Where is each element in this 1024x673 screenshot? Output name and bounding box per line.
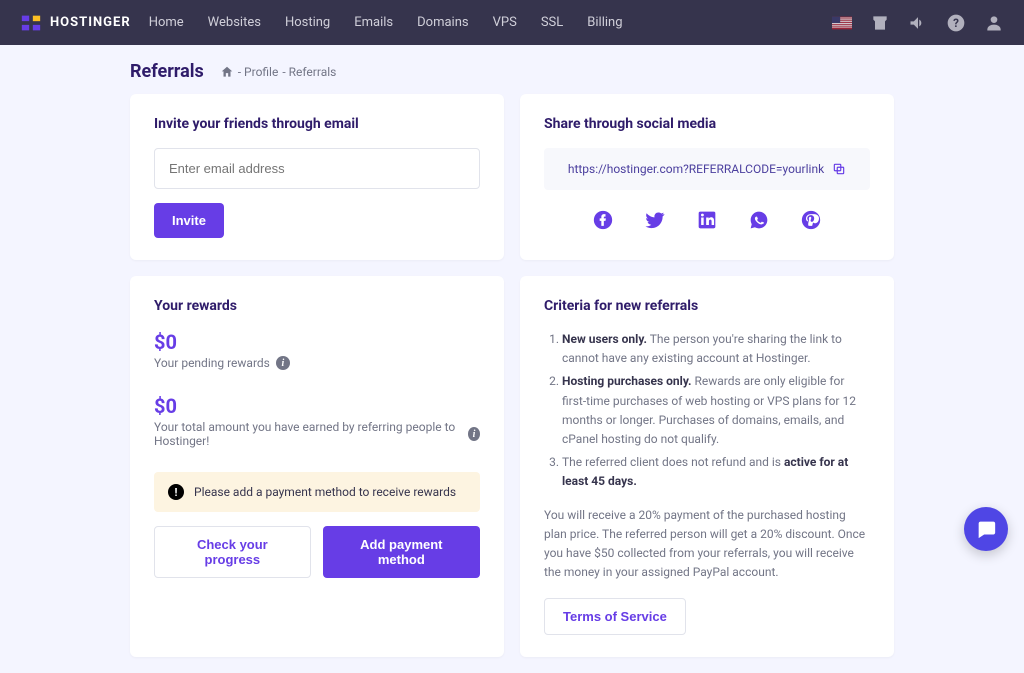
- pending-label-row: Your pending rewards i: [154, 356, 480, 370]
- nav-ssl[interactable]: SSL: [541, 15, 563, 30]
- criteria-card: Criteria for new referrals New users onl…: [520, 276, 894, 657]
- email-input[interactable]: [154, 148, 480, 189]
- logo[interactable]: HOSTINGER: [20, 12, 131, 34]
- copy-icon[interactable]: [832, 162, 846, 176]
- nav-vps[interactable]: VPS: [493, 15, 517, 30]
- social-row: [544, 210, 870, 230]
- criteria-list: New users only. The person you're sharin…: [544, 330, 870, 492]
- store-icon[interactable]: [870, 13, 890, 33]
- breadcrumb: - Profile - Referrals: [220, 65, 337, 79]
- check-progress-button[interactable]: Check your progress: [154, 526, 311, 578]
- nav-billing[interactable]: Billing: [587, 15, 622, 30]
- chat-icon: [975, 518, 997, 540]
- main-nav: Home Websites Hosting Emails Domains VPS…: [149, 15, 623, 30]
- criteria-paragraph: You will receive a 20% payment of the pu…: [544, 506, 870, 583]
- payment-alert: ! Please add a payment method to receive…: [154, 472, 480, 512]
- share-card: Share through social media https://hosti…: [520, 94, 894, 260]
- referral-link: https://hostinger.com?REFERRALCODE=yourl…: [568, 162, 824, 176]
- share-title: Share through social media: [544, 116, 870, 132]
- rewards-card: Your rewards $0 Your pending rewards i $…: [130, 276, 504, 657]
- flag-icon[interactable]: [832, 13, 852, 33]
- linkedin-icon[interactable]: [697, 210, 717, 230]
- invite-card: Invite your friends through email Invite: [130, 94, 504, 260]
- pinterest-icon[interactable]: [801, 210, 821, 230]
- chat-button[interactable]: [964, 507, 1008, 551]
- home-icon[interactable]: [220, 65, 234, 79]
- criteria-item: The referred client does not refund and …: [562, 453, 870, 491]
- alert-icon: !: [168, 484, 184, 500]
- pending-amount: $0: [154, 330, 480, 354]
- rewards-buttons: Check your progress Add payment method: [154, 526, 480, 578]
- breadcrumb-profile[interactable]: - Profile: [238, 65, 279, 79]
- breadcrumb-referrals: - Referrals: [282, 65, 336, 79]
- page-title: Referrals: [130, 61, 204, 82]
- logo-icon: [20, 12, 42, 34]
- svg-text:?: ?: [953, 16, 959, 30]
- add-payment-button[interactable]: Add payment method: [323, 526, 480, 578]
- nav-home[interactable]: Home: [149, 15, 184, 30]
- tos-button[interactable]: Terms of Service: [544, 598, 686, 635]
- criteria-title: Criteria for new referrals: [544, 298, 870, 314]
- rewards-title: Your rewards: [154, 298, 480, 314]
- page: Referrals - Profile - Referrals Invite y…: [0, 45, 1024, 673]
- brand-text: HOSTINGER: [50, 15, 131, 30]
- nav-emails[interactable]: Emails: [354, 15, 393, 30]
- nav-websites[interactable]: Websites: [208, 15, 261, 30]
- help-icon[interactable]: ?: [946, 13, 966, 33]
- twitter-icon[interactable]: [645, 210, 665, 230]
- nav-domains[interactable]: Domains: [417, 15, 468, 30]
- info-icon[interactable]: i: [276, 356, 290, 370]
- total-rewards: $0 Your total amount you have earned by …: [154, 394, 480, 448]
- facebook-icon[interactable]: [593, 210, 613, 230]
- invite-title: Invite your friends through email: [154, 116, 480, 132]
- header-right: ?: [832, 13, 1004, 33]
- pending-rewards: $0 Your pending rewards i: [154, 330, 480, 370]
- page-head: Referrals - Profile - Referrals: [130, 61, 894, 82]
- pending-label: Your pending rewards: [154, 356, 270, 370]
- criteria-item: Hosting purchases only. Rewards are only…: [562, 372, 870, 449]
- announcement-icon[interactable]: [908, 13, 928, 33]
- criteria-item: New users only. The person you're sharin…: [562, 330, 870, 368]
- alert-text: Please add a payment method to receive r…: [194, 485, 456, 499]
- whatsapp-icon[interactable]: [749, 210, 769, 230]
- nav-hosting[interactable]: Hosting: [285, 15, 330, 30]
- profile-icon[interactable]: [984, 13, 1004, 33]
- total-label-row: Your total amount you have earned by ref…: [154, 420, 480, 448]
- content-grid: Invite your friends through email Invite…: [130, 94, 894, 657]
- total-amount: $0: [154, 394, 480, 418]
- referral-link-box: https://hostinger.com?REFERRALCODE=yourl…: [544, 148, 870, 190]
- header: HOSTINGER Home Websites Hosting Emails D…: [0, 0, 1024, 45]
- invite-button[interactable]: Invite: [154, 203, 224, 238]
- total-label: Your total amount you have earned by ref…: [154, 420, 462, 448]
- info-icon[interactable]: i: [468, 427, 480, 441]
